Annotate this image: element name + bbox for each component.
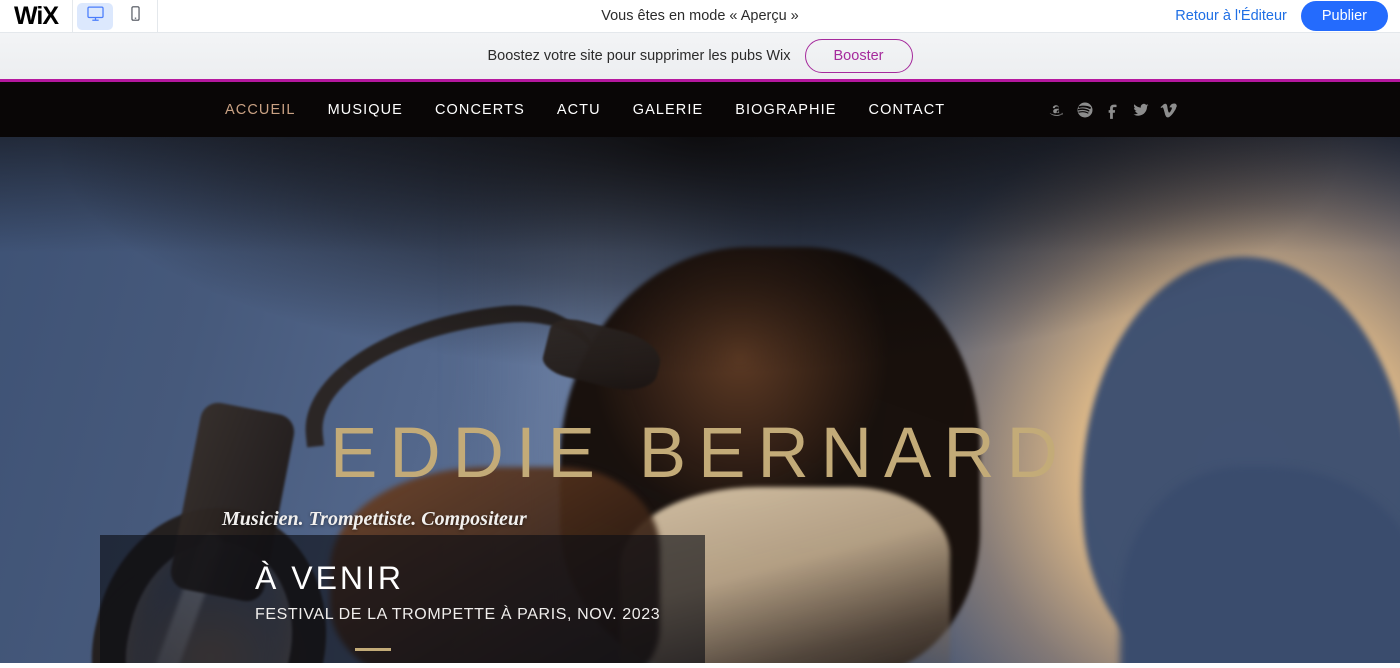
back-to-editor-link[interactable]: Retour à l'Éditeur [1175,8,1287,24]
device-switcher [72,0,158,32]
booster-button[interactable]: Booster [804,39,913,73]
hero-title: EDDIE BERNARD [330,414,1070,493]
nav-item-concerts[interactable]: CONCERTS [435,102,525,118]
amazon-icon[interactable] [1048,101,1066,119]
upcoming-event-heading: À VENIR [255,560,405,596]
twitter-icon[interactable] [1132,101,1150,119]
social-links [1048,101,1400,119]
topbar-actions: Retour à l'Éditeur Publier [1175,1,1400,31]
upcoming-event-panel: À VENIR FESTIVAL DE LA TROMPETTE À PARIS… [100,535,705,663]
desktop-view-button[interactable] [77,2,113,30]
nav-item-biographie[interactable]: BIOGRAPHIE [735,102,836,118]
site-navigation-bar: ACCUEIL MUSIQUE CONCERTS ACTU GALERIE BI… [0,82,1400,137]
nav-item-musique[interactable]: MUSIQUE [328,102,403,118]
boost-banner-text: Boostez votre site pour supprimer les pu… [487,48,791,64]
upcoming-event-content: À VENIR FESTIVAL DE LA TROMPETTE À PARIS… [100,535,705,624]
monitor-icon [86,4,105,28]
boost-banner: Boostez votre site pour supprimer les pu… [0,33,1400,82]
phone-icon [127,5,144,27]
nav-item-accueil[interactable]: ACCUEIL [225,102,296,118]
upcoming-event-detail: FESTIVAL DE LA TROMPETTE À PARIS, NOV. 2… [255,606,661,623]
wix-logo[interactable]: WiX [0,0,72,32]
hero-subtitle: Musicien. Trompettiste. Compositeur [222,508,527,530]
mobile-view-button[interactable] [117,3,153,30]
spotify-icon[interactable] [1076,101,1094,119]
gold-divider [355,648,391,651]
nav-item-galerie[interactable]: GALERIE [633,102,704,118]
publish-button[interactable]: Publier [1300,1,1388,31]
hero-section: EDDIE BERNARD Musicien. Trompettiste. Co… [0,137,1400,663]
wix-editor-topbar: WiX Vous êtes en mode « Aperçu » Retour … [0,0,1400,33]
nav-item-actu[interactable]: ACTU [557,102,601,118]
nav-links: ACCUEIL MUSIQUE CONCERTS ACTU GALERIE BI… [225,102,945,118]
vimeo-icon[interactable] [1160,101,1178,119]
nav-item-contact[interactable]: CONTACT [869,102,946,118]
facebook-icon[interactable] [1104,101,1122,119]
